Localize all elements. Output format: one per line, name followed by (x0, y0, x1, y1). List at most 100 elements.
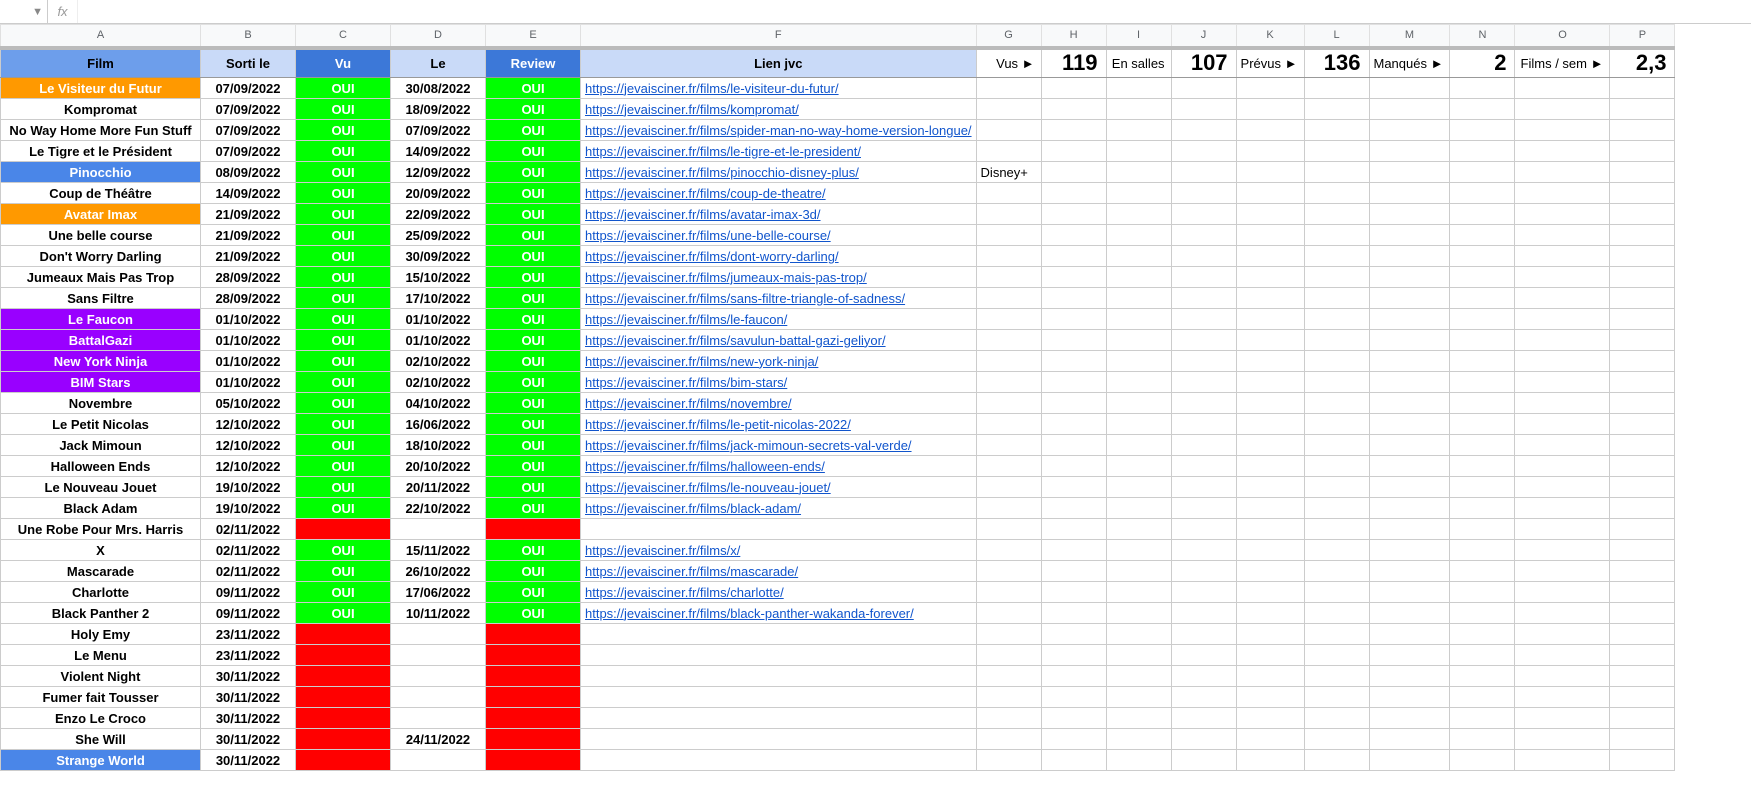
seen-date-cell[interactable]: 10/11/2022 (391, 603, 486, 624)
empty-cell[interactable] (1515, 456, 1610, 477)
film-title-cell[interactable]: BattalGazi (1, 330, 201, 351)
empty-cell[interactable] (1236, 351, 1304, 372)
empty-cell[interactable] (1304, 162, 1369, 183)
empty-cell[interactable] (1610, 393, 1675, 414)
seen-date-cell[interactable]: 26/10/2022 (391, 561, 486, 582)
empty-cell[interactable] (1171, 330, 1236, 351)
empty-cell[interactable] (1369, 603, 1450, 624)
column-header[interactable]: B (201, 25, 296, 48)
film-link[interactable]: https://jevaisciner.fr/films/sans-filtre… (585, 291, 905, 306)
release-date-cell[interactable]: 28/09/2022 (201, 267, 296, 288)
film-title-cell[interactable]: Coup de Théâtre (1, 183, 201, 204)
empty-cell[interactable] (1515, 351, 1610, 372)
column-header[interactable]: C (296, 25, 391, 48)
empty-cell[interactable] (1236, 120, 1304, 141)
empty-cell[interactable] (1610, 267, 1675, 288)
empty-cell[interactable] (1106, 645, 1171, 666)
seen-cell[interactable]: OUI (296, 393, 391, 414)
seen-date-cell[interactable]: 01/10/2022 (391, 330, 486, 351)
seen-cell[interactable]: OUI (296, 309, 391, 330)
empty-cell[interactable] (1515, 540, 1610, 561)
empty-cell[interactable] (1515, 78, 1610, 99)
seen-cell[interactable] (296, 666, 391, 687)
empty-cell[interactable] (1450, 288, 1515, 309)
review-cell[interactable]: OUI (486, 183, 581, 204)
seen-date-cell[interactable] (391, 624, 486, 645)
empty-cell[interactable] (1515, 750, 1610, 771)
seen-date-cell[interactable]: 15/10/2022 (391, 267, 486, 288)
empty-cell[interactable] (1041, 603, 1106, 624)
film-title-cell[interactable]: No Way Home More Fun Stuff (1, 120, 201, 141)
empty-cell[interactable] (1369, 204, 1450, 225)
empty-cell[interactable] (1041, 99, 1106, 120)
note-cell[interactable] (976, 561, 1041, 582)
empty-cell[interactable] (1041, 687, 1106, 708)
empty-cell[interactable] (1515, 372, 1610, 393)
empty-cell[interactable] (1304, 498, 1369, 519)
empty-cell[interactable] (1236, 141, 1304, 162)
empty-cell[interactable] (1610, 246, 1675, 267)
empty-cell[interactable] (1450, 750, 1515, 771)
empty-cell[interactable] (1610, 204, 1675, 225)
empty-cell[interactable] (1304, 477, 1369, 498)
release-date-cell[interactable]: 30/11/2022 (201, 750, 296, 771)
link-cell[interactable]: https://jevaisciner.fr/films/x/ (581, 540, 977, 561)
empty-cell[interactable] (1450, 267, 1515, 288)
seen-date-cell[interactable]: 20/10/2022 (391, 456, 486, 477)
empty-cell[interactable] (1236, 183, 1304, 204)
link-cell[interactable]: https://jevaisciner.fr/films/jumeaux-mai… (581, 267, 977, 288)
seen-date-cell[interactable]: 30/09/2022 (391, 246, 486, 267)
empty-cell[interactable] (1515, 708, 1610, 729)
empty-cell[interactable] (1041, 666, 1106, 687)
empty-cell[interactable] (1236, 750, 1304, 771)
empty-cell[interactable] (1515, 162, 1610, 183)
empty-cell[interactable] (1369, 225, 1450, 246)
film-link[interactable]: https://jevaisciner.fr/films/le-visiteur… (585, 81, 839, 96)
film-title-cell[interactable]: Pinocchio (1, 162, 201, 183)
seen-cell[interactable]: OUI (296, 99, 391, 120)
note-cell[interactable] (976, 120, 1041, 141)
empty-cell[interactable] (1106, 666, 1171, 687)
empty-cell[interactable] (1106, 750, 1171, 771)
empty-cell[interactable] (1171, 99, 1236, 120)
film-title-cell[interactable]: Le Petit Nicolas (1, 414, 201, 435)
seen-date-cell[interactable]: 22/09/2022 (391, 204, 486, 225)
seen-cell[interactable]: OUI (296, 435, 391, 456)
empty-cell[interactable] (1610, 666, 1675, 687)
link-cell[interactable] (581, 519, 977, 540)
stat-prevus-value[interactable]: 136 (1304, 48, 1369, 78)
release-date-cell[interactable]: 23/11/2022 (201, 645, 296, 666)
empty-cell[interactable] (1450, 645, 1515, 666)
empty-cell[interactable] (1171, 687, 1236, 708)
empty-cell[interactable] (1369, 99, 1450, 120)
empty-cell[interactable] (1106, 477, 1171, 498)
link-cell[interactable]: https://jevaisciner.fr/films/le-visiteur… (581, 78, 977, 99)
release-date-cell[interactable]: 01/10/2022 (201, 372, 296, 393)
empty-cell[interactable] (1171, 351, 1236, 372)
empty-cell[interactable] (1236, 435, 1304, 456)
note-cell[interactable] (976, 414, 1041, 435)
empty-cell[interactable] (1610, 435, 1675, 456)
release-date-cell[interactable]: 28/09/2022 (201, 288, 296, 309)
empty-cell[interactable] (1304, 435, 1369, 456)
seen-cell[interactable] (296, 687, 391, 708)
release-date-cell[interactable]: 07/09/2022 (201, 99, 296, 120)
film-title-cell[interactable]: Enzo Le Croco (1, 708, 201, 729)
empty-cell[interactable] (1369, 729, 1450, 750)
empty-cell[interactable] (1304, 540, 1369, 561)
film-title-cell[interactable]: Black Panther 2 (1, 603, 201, 624)
empty-cell[interactable] (1236, 225, 1304, 246)
empty-cell[interactable] (1369, 183, 1450, 204)
empty-cell[interactable] (1450, 729, 1515, 750)
seen-cell[interactable] (296, 519, 391, 540)
empty-cell[interactable] (1041, 309, 1106, 330)
empty-cell[interactable] (1450, 414, 1515, 435)
stat-salles-label[interactable]: En salles (1106, 48, 1171, 78)
release-date-cell[interactable]: 21/09/2022 (201, 225, 296, 246)
film-link[interactable]: https://jevaisciner.fr/films/savulun-bat… (585, 333, 886, 348)
column-header[interactable]: O (1515, 25, 1610, 48)
empty-cell[interactable] (1041, 729, 1106, 750)
note-cell[interactable] (976, 456, 1041, 477)
empty-cell[interactable] (1171, 393, 1236, 414)
review-cell[interactable]: OUI (486, 561, 581, 582)
